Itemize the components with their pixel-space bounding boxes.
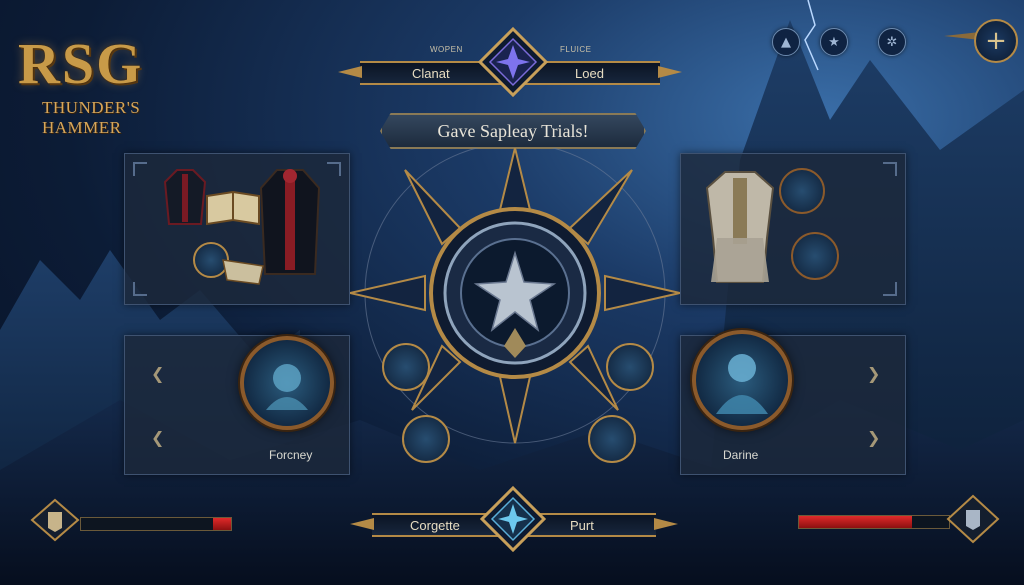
robe-item-icon[interactable] bbox=[257, 166, 323, 278]
logo-subtitle: THUNDER'S HAMMER bbox=[42, 98, 141, 137]
ally-portrait-icon[interactable] bbox=[382, 343, 430, 391]
central-compass-emblem[interactable] bbox=[350, 148, 680, 448]
panel-corner bbox=[883, 162, 897, 176]
plus-icon: + bbox=[985, 26, 1007, 56]
left-equipment-panel bbox=[124, 153, 350, 305]
right-character-portrait[interactable] bbox=[692, 330, 792, 430]
crossed-tools-icon[interactable] bbox=[402, 415, 450, 463]
top-banner-right-label[interactable]: Loed bbox=[575, 66, 604, 81]
right-character-name: Darine bbox=[723, 448, 759, 462]
top-banner-small-left: WOPEN bbox=[430, 45, 463, 54]
triangle-icon[interactable]: ▲ bbox=[772, 28, 800, 56]
glyph-rune-icon[interactable] bbox=[791, 232, 839, 280]
helmet-icon[interactable] bbox=[588, 415, 636, 463]
top-emblem-icon[interactable] bbox=[478, 27, 548, 97]
gear-icon[interactable]: ✲ bbox=[878, 28, 906, 56]
add-button[interactable]: + bbox=[974, 19, 1018, 63]
next-arrow-icon[interactable]: ❯ bbox=[867, 364, 880, 383]
left-player-crest-icon bbox=[30, 498, 80, 542]
left-health-fill bbox=[213, 518, 231, 530]
game-logo: RSG THUNDER'S HAMMER bbox=[10, 22, 220, 137]
right-health-fill bbox=[799, 516, 912, 528]
bottom-banner-right-label[interactable]: Purt bbox=[570, 518, 594, 533]
logo-title: RSG bbox=[18, 31, 144, 96]
coat-item-icon[interactable] bbox=[163, 168, 207, 226]
top-banner-left-label[interactable]: Clanat bbox=[412, 66, 450, 81]
right-health-bar bbox=[798, 515, 950, 529]
pillar-rune-icon[interactable] bbox=[606, 343, 654, 391]
panel-corner bbox=[133, 282, 147, 296]
beast-portrait-icon bbox=[266, 364, 308, 410]
panel-corner bbox=[133, 162, 147, 176]
scroll-item-icon[interactable] bbox=[221, 256, 265, 286]
star-icon[interactable]: ★ bbox=[820, 28, 848, 56]
page-title: Gave Sapleay Trials! bbox=[380, 113, 646, 149]
left-character-name: Forcney bbox=[269, 448, 313, 462]
bottom-emblem-icon[interactable] bbox=[480, 486, 546, 552]
armor-item-icon[interactable] bbox=[703, 168, 777, 286]
left-health-bar bbox=[80, 517, 232, 531]
water-rune-icon[interactable] bbox=[779, 168, 825, 214]
right-equipment-panel bbox=[680, 153, 906, 305]
prev-arrow-icon[interactable]: ❮ bbox=[151, 364, 164, 383]
panel-corner bbox=[327, 162, 341, 176]
bottom-banner-left-label[interactable]: Corgette bbox=[410, 518, 460, 533]
top-banner-small-right: FLUICE bbox=[560, 45, 592, 54]
left-character-portrait[interactable] bbox=[240, 336, 334, 430]
right-player-crest-icon bbox=[946, 494, 1000, 544]
book-item-icon[interactable] bbox=[205, 188, 261, 228]
panel-corner bbox=[883, 282, 897, 296]
next-arrow-icon[interactable]: ❯ bbox=[867, 428, 880, 447]
prev-arrow-icon[interactable]: ❮ bbox=[151, 428, 164, 447]
hero-portrait-icon bbox=[716, 354, 768, 414]
